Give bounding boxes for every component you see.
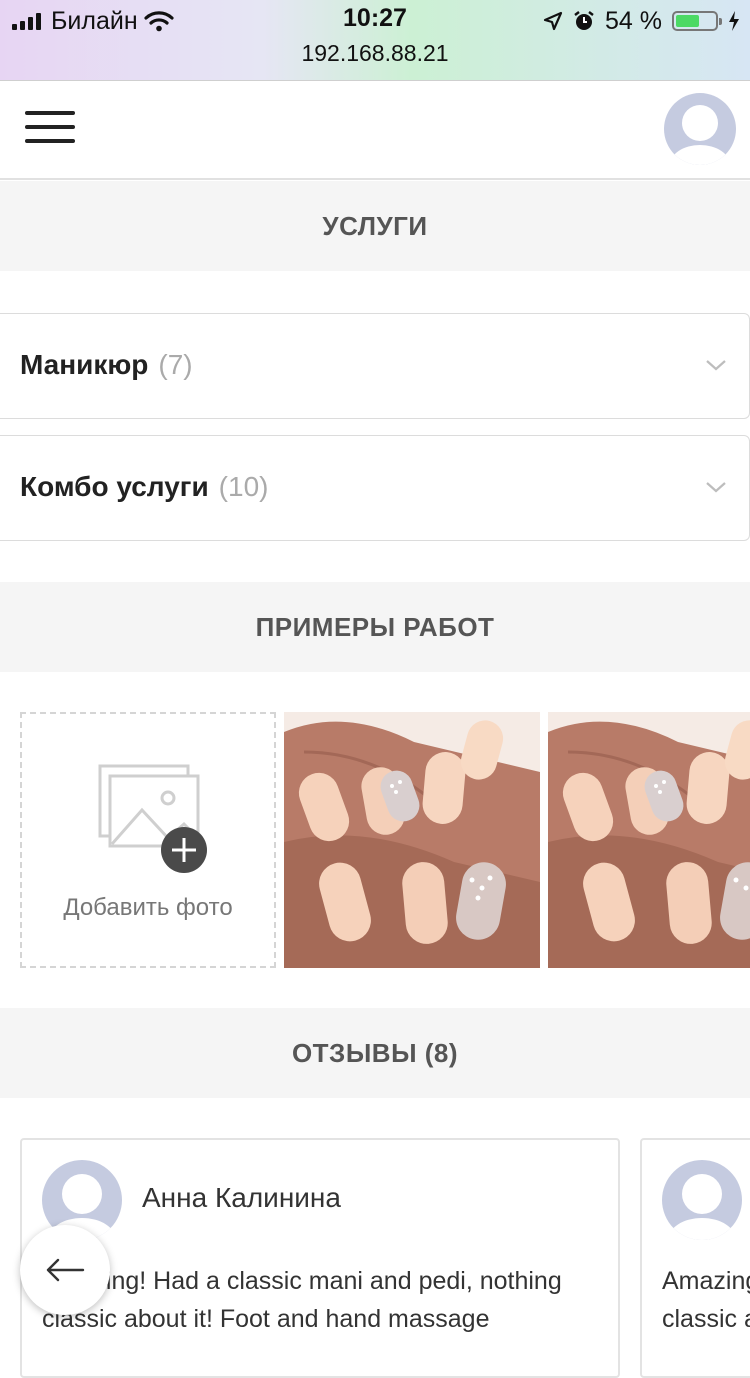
battery-icon: [672, 11, 722, 31]
portfolio-photo[interactable]: [548, 712, 750, 968]
services-section-header: УСЛУГИ: [0, 181, 750, 271]
location-arrow-icon: [543, 11, 563, 31]
back-button[interactable]: [20, 1225, 110, 1315]
service-category-title: Маникюр (7): [20, 349, 193, 381]
battery-percent: 54 %: [605, 6, 662, 35]
add-photo-button[interactable]: Добавить фото: [20, 712, 276, 968]
service-category-name: Маникюр: [20, 349, 149, 380]
review-text: Amazing! Had a classic mani and pedi, no…: [42, 1267, 562, 1333]
review-card[interactable]: Amazing! Had a classic mani and pedi, no…: [640, 1138, 750, 1378]
nail-photo-image: [548, 712, 750, 968]
portfolio-section-header: ПРИМЕРЫ РАБОТ: [0, 582, 750, 672]
user-avatar-icon[interactable]: [664, 93, 736, 165]
hamburger-menu-icon[interactable]: [25, 111, 75, 145]
portfolio-title: ПРИМЕРЫ РАБОТ: [255, 611, 495, 642]
top-navigation: [0, 81, 750, 180]
service-category-count: (10): [218, 471, 269, 502]
arrow-left-icon: [46, 1258, 85, 1282]
service-category-manicure[interactable]: Маникюр (7): [0, 313, 750, 419]
reviews-title: ОТЗЫВЫ (8): [291, 1037, 459, 1068]
reviewer-name: Анна Калинина: [142, 1182, 341, 1213]
page-url[interactable]: 192.168.88.21: [0, 40, 750, 67]
portfolio-photo[interactable]: [284, 712, 540, 968]
service-category-title: Комбо услуги (10): [20, 471, 268, 503]
service-category-combo[interactable]: Комбо услуги (10): [0, 435, 750, 541]
chevron-down-icon[interactable]: [705, 476, 727, 498]
image-add-icon: [98, 764, 207, 873]
reviews-section-header: ОТЗЫВЫ (8): [0, 1008, 750, 1098]
reviewer-avatar-icon: [662, 1160, 742, 1240]
service-category-count: (7): [158, 349, 193, 380]
review-text: Amazing! Had a classic mani and pedi, no…: [662, 1267, 750, 1333]
alarm-icon: [574, 11, 594, 30]
service-category-name: Комбо услуги: [20, 471, 209, 502]
charging-bolt-icon: [729, 11, 739, 31]
services-title: УСЛУГИ: [322, 210, 428, 241]
add-photo-label: Добавить фото: [63, 894, 233, 921]
status-bar-right: 54 %: [543, 6, 740, 36]
status-bar: Билайн 10:27 192.168.88.21 54 %: [0, 0, 750, 81]
review-card[interactable]: Анна Калинина Amazing! Had a classic man…: [20, 1138, 620, 1378]
chevron-down-icon[interactable]: [705, 354, 727, 376]
nail-photo-image: [284, 712, 540, 968]
